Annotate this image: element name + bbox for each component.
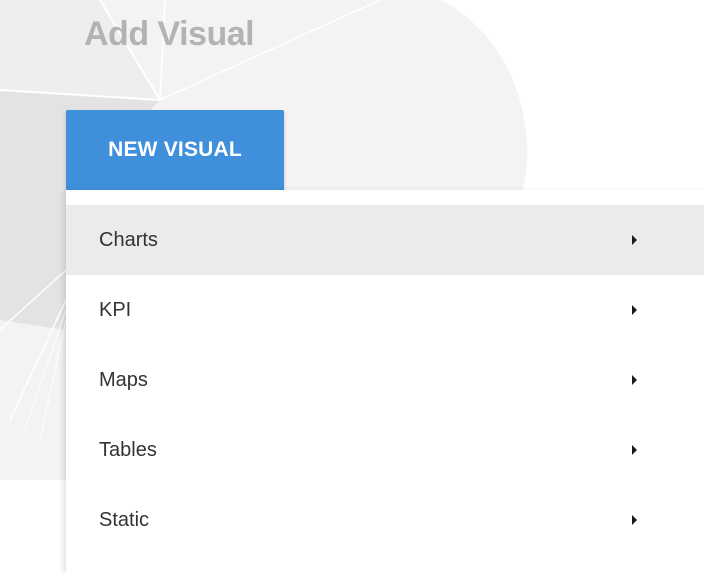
chevron-right-icon (632, 235, 637, 245)
menu-item-maps[interactable]: Maps (66, 345, 704, 415)
new-visual-button-label: NEW VISUAL (108, 138, 242, 161)
new-visual-menu: Charts KPI Maps Tables Static (66, 190, 704, 572)
chevron-right-icon (632, 445, 637, 455)
new-visual-button[interactable]: NEW VISUAL (66, 110, 284, 190)
menu-item-label: Tables (99, 438, 157, 461)
menu-item-kpi[interactable]: KPI (66, 275, 704, 345)
chevron-right-icon (632, 515, 637, 525)
chevron-right-icon (632, 375, 637, 385)
menu-item-label: Maps (99, 368, 148, 391)
menu-item-label: KPI (99, 298, 132, 321)
menu-item-static[interactable]: Static (66, 485, 704, 555)
menu-item-label: Static (99, 508, 150, 531)
menu-item-label: Charts (99, 228, 158, 251)
add-visual-panel: Add Visual NEW VISUAL Charts KPI Maps Ta… (0, 0, 704, 572)
menu-list: Charts KPI Maps Tables Static (66, 205, 704, 555)
chevron-right-icon (632, 305, 637, 315)
menu-item-charts[interactable]: Charts (66, 205, 704, 275)
menu-item-tables[interactable]: Tables (66, 415, 704, 485)
page-title: Add Visual (84, 15, 255, 53)
